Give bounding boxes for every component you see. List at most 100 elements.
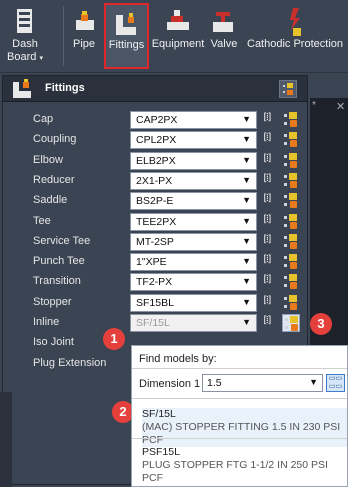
fitting-bottom-icon [291, 324, 298, 331]
panel-header: Fittings [3, 76, 307, 102]
equipment-icon [151, 4, 205, 38]
dashboard-label-line2: Board ▾ [6, 51, 44, 65]
result-code: SF/15L [142, 408, 176, 420]
fitting-model-select[interactable]: 2X1-PX ▼ [130, 171, 257, 190]
insert-fitting-icon[interactable] [282, 152, 300, 170]
fitting-model-select[interactable]: TF2-PX ▼ [130, 273, 257, 292]
cathodic-protection-button[interactable]: Cathodic Protection [243, 4, 347, 70]
fitting-model-select[interactable]: CAP2PX ▼ [130, 111, 257, 129]
dot-icon [284, 162, 287, 166]
fittings-button[interactable]: Fittings [104, 3, 149, 69]
table-icon[interactable]: [⁞] [262, 234, 276, 249]
fittings-label: Fittings [108, 39, 145, 51]
fitting-row: Reducer 2X1-PX ▼ [⁞] [2, 171, 306, 191]
insert-fitting-icon[interactable] [282, 233, 300, 251]
dot-icon [285, 326, 288, 329]
equipment-button[interactable]: Equipment [151, 4, 205, 70]
fitting-model-select[interactable]: MT-2SP ▼ [130, 232, 257, 251]
fitting-model-select[interactable]: TEE2PX ▼ [130, 212, 257, 231]
insert-fitting-icon[interactable] [282, 111, 300, 129]
fitting-model-select[interactable]: ELB2PX ▼ [130, 151, 257, 170]
fittings-panel-icon [11, 78, 37, 103]
dimension-select[interactable]: 1.5 ▼ [202, 374, 323, 392]
fitting-model-select[interactable]: SF15BL ▼ [130, 293, 257, 312]
chevron-down-icon: ▼ [242, 154, 251, 165]
fitting-model-select[interactable]: CPL2PX ▼ [130, 131, 257, 150]
dimension-value: 1.5 [207, 377, 222, 389]
result-item[interactable]: PSF15L PLUG STOPPER FTG 1-1/2 IN 250 PSI… [142, 446, 347, 485]
close-icon[interactable]: ✕ [336, 100, 345, 113]
equipment-label: Equipment [151, 38, 205, 50]
dot-icon [284, 134, 287, 138]
dot-icon [284, 215, 287, 219]
result-code: PSF15L [142, 446, 180, 458]
panel-insert-button[interactable] [279, 80, 297, 98]
insert-fitting-icon[interactable] [282, 294, 300, 312]
table-icon[interactable]: [⁞] [262, 132, 276, 147]
table-icon[interactable]: [⁞] [262, 112, 276, 127]
pipe-label: Pipe [72, 38, 96, 50]
fitting-name: Punch Tee [33, 255, 85, 268]
insert-fitting-icon[interactable] [282, 273, 300, 291]
table-icon[interactable]: [⁞] [262, 173, 276, 188]
fitting-model-select[interactable]: BS2P-E ▼ [130, 192, 257, 211]
fitting-top-icon [289, 112, 297, 119]
fitting-row: Elbow ELB2PX ▼ [⁞] [2, 151, 306, 171]
dot-icon [284, 276, 287, 280]
insert-fitting-icon[interactable] [282, 213, 300, 231]
pipe-button[interactable]: Pipe [66, 4, 102, 70]
dot-icon [284, 195, 287, 199]
chevron-down-icon: ▼ [242, 195, 251, 206]
fitting-top-icon [289, 193, 297, 201]
insert-fitting-icon[interactable] [282, 253, 300, 271]
dot-icon [284, 174, 287, 178]
chevron-down-icon: ▾ [39, 55, 43, 62]
fitting-bottom-icon [290, 282, 297, 290]
fitting-row: Punch Tee 1"XPE ▼ [⁞] [2, 252, 306, 272]
cathodic-protection-label: Cathodic Protection [247, 38, 343, 50]
dot-icon [284, 296, 287, 300]
table-icon[interactable]: [⁞] [262, 315, 276, 330]
side-tab[interactable]: oard [0, 392, 12, 487]
fitting-row: Stopper SF15BL ▼ [⁞] [2, 293, 306, 313]
fitting-bottom-icon [290, 262, 297, 270]
result-item[interactable]: SF/15L (MAC) STOPPER FITTING 1.5 IN 230 … [142, 408, 347, 447]
table-icon[interactable]: [⁞] [262, 214, 276, 229]
fitting-bottom-icon [290, 201, 297, 209]
fitting-top-icon [289, 172, 297, 180]
fitting-name: Transition [33, 275, 81, 288]
fitting-model-value: MT-2SP [136, 235, 174, 248]
table-icon[interactable]: [⁞] [262, 254, 276, 269]
fitting-model-value: BS2P-E [136, 195, 174, 208]
table-icon[interactable]: [⁞] [262, 193, 276, 208]
dimension-label: Dimension 1 [139, 378, 201, 390]
side-tab-label: oard [0, 441, 1, 481]
table-icon[interactable]: [⁞] [262, 153, 276, 168]
fitting-model-select[interactable]: 1"XPE ▼ [130, 253, 257, 272]
fitting-top-icon [289, 274, 297, 282]
divider [132, 438, 347, 439]
fitting-top-icon [289, 213, 297, 221]
fitting-name: Coupling [33, 133, 77, 146]
dot-icon [284, 203, 287, 207]
fitting-top-icon [289, 152, 297, 160]
dot-icon [284, 243, 287, 247]
fitting-name: Reducer [33, 173, 75, 186]
fitting-model-select[interactable]: SF/15L ▼ [130, 314, 257, 332]
dashboard-label-line1: Dash [12, 38, 38, 50]
dimension-filter-icon[interactable]: ▭▭ ▭▭ [326, 374, 345, 392]
table-icon[interactable]: [⁞] [262, 274, 276, 289]
dashboard-icon [6, 4, 44, 38]
fitting-bottom-icon [290, 160, 297, 168]
fitting-model-value: CAP2PX [136, 114, 178, 126]
valve-button[interactable]: Valve [206, 4, 242, 70]
chevron-down-icon: ▼ [242, 296, 251, 307]
table-icon[interactable]: [⁞] [262, 295, 276, 310]
insert-fitting-icon[interactable] [282, 131, 300, 149]
insert-fitting-icon[interactable] [282, 314, 300, 332]
dashboard-button[interactable]: Dash Board ▾ [6, 4, 44, 70]
chevron-down-icon: ▼ [309, 377, 318, 387]
insert-fitting-icon[interactable] [282, 192, 300, 210]
insert-fitting-icon[interactable] [282, 172, 300, 190]
fitting-top-icon [290, 316, 298, 323]
